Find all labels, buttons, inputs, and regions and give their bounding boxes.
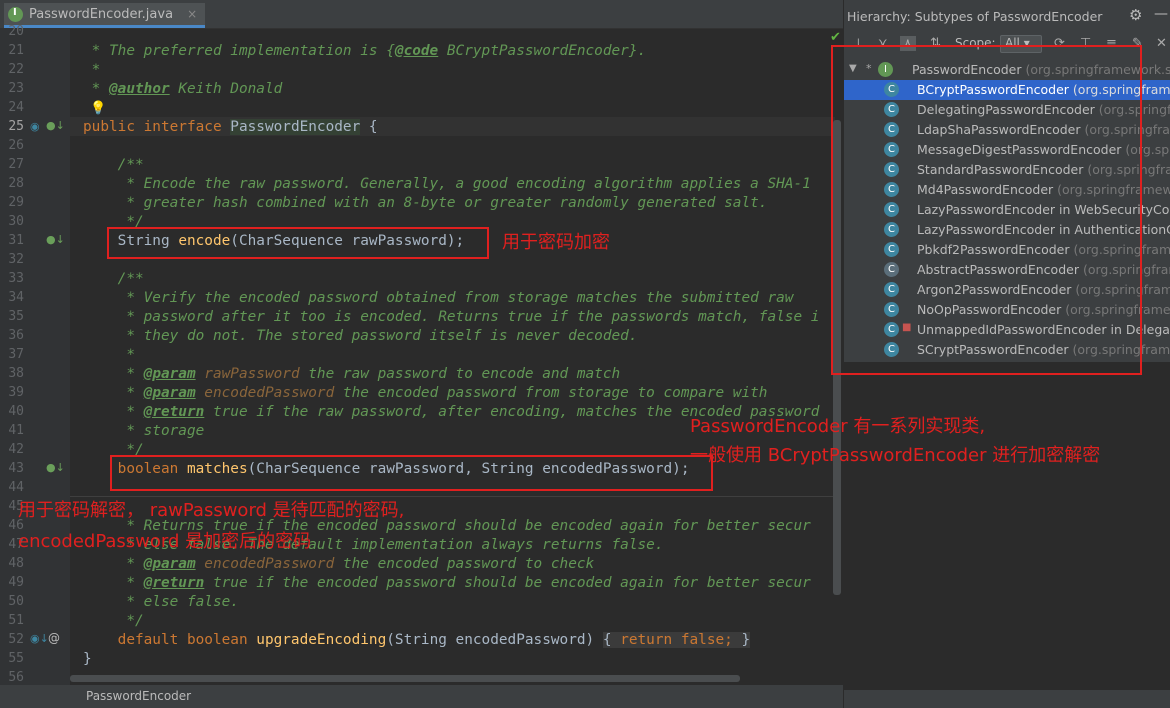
line-number: 25 <box>8 119 24 134</box>
line-number: 43 <box>8 461 24 476</box>
code-line: * they do not. The stored password itsel… <box>83 328 638 344</box>
impl-annotation-line2: 一般使用 BCryptPasswordEncoder 进行加密解密 <box>690 445 1101 466</box>
matches-annotation-line2: encodedPassword 是加密后的密码 <box>18 531 312 552</box>
code-line: * password after it too is encoded. Retu… <box>83 309 820 325</box>
line-number-gutter[interactable]: 20 21 22 23 24 25 26 27 28 29 30 31 32 3… <box>0 24 106 685</box>
hierarchy-title: Hierarchy: Subtypes of PasswordEncoder <box>847 9 1103 24</box>
line-number: 35 <box>8 309 24 324</box>
tab-label: PasswordEncoder.java <box>29 6 174 22</box>
line-number: 37 <box>8 347 24 362</box>
line-number: 26 <box>8 138 24 153</box>
code-line: * @param encodedPassword the encoded pas… <box>83 556 595 572</box>
encode-highlight-box <box>107 227 489 259</box>
line-number: 33 <box>8 271 24 286</box>
minimize-icon[interactable]: — <box>1154 6 1168 22</box>
code-line: * else false. <box>83 594 239 610</box>
line-number: 39 <box>8 385 24 400</box>
line-number: 31 <box>8 233 24 248</box>
code-line: * The preferred implementation is {@code… <box>83 43 647 59</box>
line-number: 40 <box>8 404 24 419</box>
code-line: * Encode the raw password. Generally, a … <box>83 176 811 192</box>
encode-annotation: 用于密码加密 <box>502 232 610 253</box>
line-number: 24 <box>8 100 24 115</box>
at-gutter-icon[interactable]: @ <box>48 631 60 645</box>
hierarchy-bottom-bar <box>844 690 1170 708</box>
code-line: public interface PasswordEncoder { <box>83 119 378 135</box>
matches-highlight-box <box>110 455 713 491</box>
code-line: } <box>83 651 92 667</box>
code-area[interactable]: * The preferred implementation is {@code… <box>83 28 833 685</box>
line-number: 30 <box>8 214 24 229</box>
line-number: 34 <box>8 290 24 305</box>
code-line: * Verify the encoded password obtained f… <box>83 290 794 306</box>
implemented-arrow-icon[interactable]: ●↓ <box>46 461 65 474</box>
line-number: 55 <box>8 651 24 666</box>
code-line: * @param encodedPassword the encoded pas… <box>83 385 768 401</box>
code-line: * <box>83 347 135 363</box>
tab-password-encoder[interactable]: PasswordEncoder.java × <box>4 3 206 28</box>
check-icon: ✔ <box>830 30 841 45</box>
line-number: 23 <box>8 81 24 96</box>
close-icon[interactable]: × <box>187 7 197 21</box>
line-number: 28 <box>8 176 24 191</box>
implemented-arrow-icon[interactable]: ●↓ <box>46 119 65 132</box>
line-number: 52 <box>8 632 24 647</box>
gear-icon[interactable]: ⚙ <box>1129 6 1142 24</box>
code-line: * @return true if the encoded password s… <box>83 575 811 591</box>
code-line: * <box>83 62 101 78</box>
line-number: 56 <box>8 670 24 685</box>
matches-annotation-line1: 用于密码解密， rawPassword 是待匹配的密码, <box>18 500 405 521</box>
editor-tab-bar: PasswordEncoder.java × <box>0 0 843 29</box>
subtypes-highlight-box <box>831 45 1142 375</box>
code-line: /** <box>83 157 144 173</box>
line-number: 42 <box>8 442 24 457</box>
code-line: * storage <box>83 423 205 439</box>
interface-file-icon <box>8 6 23 22</box>
line-number: 29 <box>8 195 24 210</box>
code-line: default boolean upgradeEncoding(String e… <box>83 632 751 648</box>
code-line: * @author Keith Donald <box>83 81 283 97</box>
line-number: 41 <box>8 423 24 438</box>
line-number: 44 <box>8 480 24 495</box>
code-line: * greater hash combined with an 8-byte o… <box>83 195 768 211</box>
horizontal-scrollbar[interactable] <box>70 675 740 682</box>
line-number: 20 <box>8 24 24 39</box>
code-line: * @param rawPassword the raw password to… <box>83 366 621 382</box>
line-number: 27 <box>8 157 24 172</box>
close-icon[interactable]: ✕ <box>1156 36 1167 51</box>
code-line: /** <box>83 271 144 287</box>
line-number: 50 <box>8 594 24 609</box>
line-number: 48 <box>8 556 24 571</box>
line-number: 32 <box>8 252 24 267</box>
implemented-arrow-icon[interactable]: ●↓ <box>46 233 65 246</box>
line-number: 21 <box>8 43 24 58</box>
line-number: 51 <box>8 613 24 628</box>
overridden-gutter-icon[interactable]: ◉↓ <box>30 632 49 645</box>
line-number: 36 <box>8 328 24 343</box>
implemented-gutter-icon[interactable]: ◉ <box>30 120 40 133</box>
breadcrumb: PasswordEncoder <box>0 685 843 708</box>
line-number: 22 <box>8 62 24 77</box>
code-line: */ <box>83 613 144 629</box>
impl-annotation-line1: PasswordEncoder 有一系列实现类, <box>690 416 986 437</box>
line-number: 49 <box>8 575 24 590</box>
breadcrumb-item[interactable]: PasswordEncoder <box>86 689 191 703</box>
line-number: 38 <box>8 366 24 381</box>
code-editor[interactable]: PasswordEncoder.java × 20 21 22 23 24 25… <box>0 0 843 708</box>
